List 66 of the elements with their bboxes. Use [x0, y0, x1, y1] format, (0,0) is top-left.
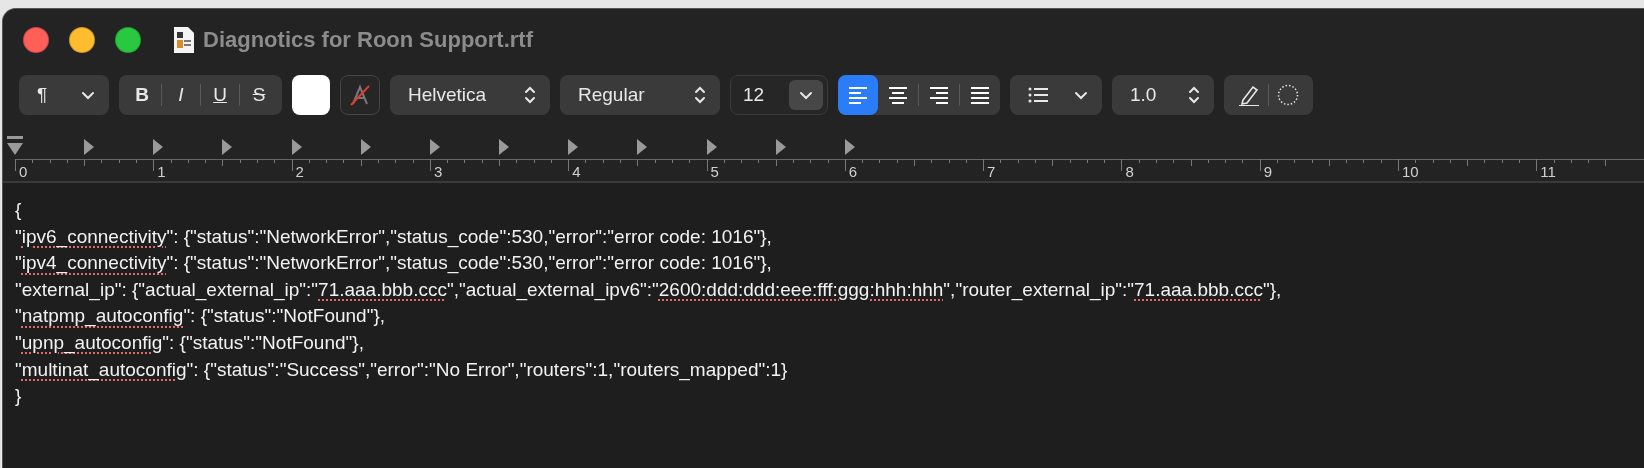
tab-stop-icon[interactable]	[221, 138, 234, 156]
align-center-icon	[889, 86, 907, 104]
font-size-field[interactable]: 12	[730, 75, 828, 115]
ruler-number: 7	[987, 163, 996, 180]
text-line: {	[15, 198, 23, 222]
document-icon	[173, 26, 195, 54]
no-color-icon	[349, 84, 371, 106]
bold-button[interactable]: B	[123, 75, 161, 115]
indent-marker-icon[interactable]	[6, 135, 24, 157]
tab-stop-icon[interactable]	[498, 138, 511, 156]
text-line: "ipv4_connectivity": {"status":"NetworkError","status_code":530,"error":"error code: 1016"},	[15, 251, 773, 276]
stepper-icon	[524, 86, 536, 104]
strike-button[interactable]: S	[240, 75, 278, 115]
line-spacing-popup[interactable]: 1.0	[1112, 75, 1214, 115]
text-line: "upnp_autoconfig": {"status":"NotFound"},	[15, 330, 365, 356]
ruler-number: 4	[572, 163, 581, 180]
text-line: "natpmp_autoconfig": {"status":"NotFound"},	[15, 304, 387, 329]
tab-stop-icon[interactable]	[843, 138, 856, 156]
zoom-button[interactable]	[115, 27, 141, 53]
minimize-button[interactable]	[69, 27, 95, 53]
chevron-icon	[1074, 90, 1088, 100]
typeface-popup[interactable]: Regular	[560, 75, 720, 115]
stepper-icon	[1188, 86, 1200, 104]
ruler-number: 9	[1263, 163, 1273, 180]
align-left-icon	[849, 86, 867, 104]
text-line: "external_ip": {"actual_external_ip":"71.aaa.bbb.ccc","actual_external_ipv6":"2600:ddd:ddd:eee:fff:ggg:hhh:hhh","router_external_ip":"71.aaa.bbb.ccc"},	[15, 277, 1283, 303]
paragraph-style-popup[interactable]: ¶	[19, 75, 109, 115]
font-family-popup[interactable]: Helvetica	[390, 75, 550, 115]
ruler-number: 0	[19, 163, 28, 180]
chevron-icon	[799, 90, 813, 100]
align-justify-icon	[971, 86, 989, 104]
ruler-number: 8	[1125, 163, 1134, 180]
text-line: "multinat_autoconfig": {"status":"Success","error":"No Error","routers":1,"routers_mapped":1}	[15, 357, 789, 383]
ruler-number: 11	[1540, 163, 1556, 180]
ruler-number: 5	[710, 163, 719, 180]
text-line: "ipv6_connectivity": {"status":"NetworkError","status_code":530,"error":"error code: 1016"},	[15, 224, 773, 250]
ruler-number: 6	[848, 163, 858, 180]
underline-button[interactable]: U	[201, 75, 239, 115]
tab-stop-icon[interactable]	[567, 138, 580, 156]
stepper-icon	[694, 86, 706, 104]
text-line: }	[15, 384, 23, 409]
tab-stop-icon[interactable]	[83, 138, 96, 156]
tab-stop-icon[interactable]	[705, 138, 718, 156]
font-size-dropdown[interactable]	[789, 80, 823, 110]
chevron-icon	[81, 90, 95, 100]
tab-stop-icon[interactable]	[428, 138, 441, 156]
align-left-button[interactable]	[838, 75, 878, 115]
ruler-number: 2	[295, 163, 304, 180]
window-title: Diagnotics for Roon Support.rtf	[203, 27, 533, 53]
pencil-icon	[1238, 84, 1260, 106]
ruler-number: 1	[157, 163, 166, 180]
ruler-number: 3	[433, 163, 443, 180]
list-icon	[1028, 87, 1048, 103]
background-color-well[interactable]	[340, 75, 380, 115]
tab-stop-icon[interactable]	[290, 138, 303, 156]
tab-stop-icon[interactable]	[636, 138, 649, 156]
tab-stop-icon[interactable]	[152, 138, 165, 156]
align-right-icon	[930, 86, 948, 104]
close-button[interactable]	[23, 27, 49, 53]
ruler-number: 10	[1402, 163, 1419, 180]
tab-stop-icon[interactable]	[359, 138, 372, 156]
text-color-well[interactable]	[292, 75, 330, 115]
tab-stop-icon[interactable]	[774, 138, 787, 156]
list-style-popup[interactable]	[1010, 75, 1102, 115]
italic-button[interactable]: I	[162, 75, 200, 115]
dotted-circle-icon	[1277, 84, 1299, 106]
